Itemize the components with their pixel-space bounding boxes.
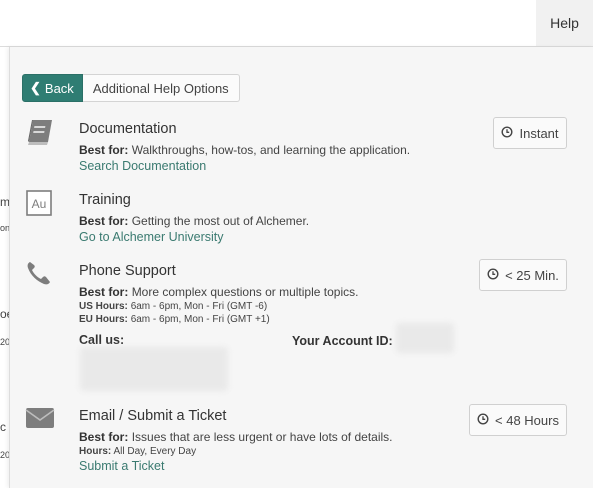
chevron-left-icon: ❮: [30, 80, 41, 95]
response-time-badge: Instant: [493, 117, 567, 149]
section-title: Documentation: [79, 121, 177, 137]
response-time-badge: < 48 Hours: [469, 404, 567, 436]
search-documentation-link[interactable]: Search Documentation: [79, 158, 410, 175]
section-title: Phone Support: [79, 263, 176, 279]
svg-text:Au: Au: [32, 197, 47, 211]
breadcrumb: Additional Help Options: [82, 74, 240, 102]
hours-text: Hours: All Day, Every Day: [79, 446, 197, 457]
top-bar: Help: [0, 0, 593, 47]
best-for-text: Best for: Issues that are less urgent or…: [79, 430, 393, 444]
envelope-icon: [24, 404, 56, 437]
redacted-account-id: [396, 323, 454, 353]
help-panel: ❮ Back Additional Help Options Documenta…: [9, 47, 593, 488]
us-hours-text: US Hours: 6am - 6pm, Mon - Fri (GMT -6): [79, 301, 268, 312]
alchemer-university-link[interactable]: Go to Alchemer University: [79, 229, 309, 246]
phone-icon: [24, 259, 54, 292]
help-nav: ❮ Back Additional Help Options: [22, 74, 240, 102]
best-for-text: Best for: Walkthroughs, how-tos, and lea…: [79, 143, 411, 157]
eu-hours-text: EU Hours: 6am - 6pm, Mon - Fri (GMT +1): [79, 314, 270, 325]
alchemer-university-icon: Au: [24, 188, 56, 223]
account-id-label: Your Account ID:: [292, 334, 393, 348]
submit-ticket-link[interactable]: Submit a Ticket: [79, 458, 393, 475]
response-time-badge: < 25 Min.: [479, 259, 567, 291]
best-for-text: Best for: More complex questions or mult…: [79, 285, 359, 299]
clock-icon: [487, 267, 499, 283]
book-icon: [24, 117, 56, 152]
clock-icon: [477, 412, 489, 428]
background-text: c: [0, 420, 6, 434]
help-tab[interactable]: Help: [536, 0, 593, 46]
section-title: Email / Submit a Ticket: [79, 408, 227, 424]
back-button-label: Back: [44, 80, 74, 96]
back-button[interactable]: ❮ Back: [22, 74, 83, 102]
clock-icon: [501, 125, 513, 141]
section-title: Training: [79, 192, 131, 208]
redacted-phone-numbers: [80, 347, 228, 391]
best-for-text: Best for: Getting the most out of Alchem…: [79, 214, 310, 228]
